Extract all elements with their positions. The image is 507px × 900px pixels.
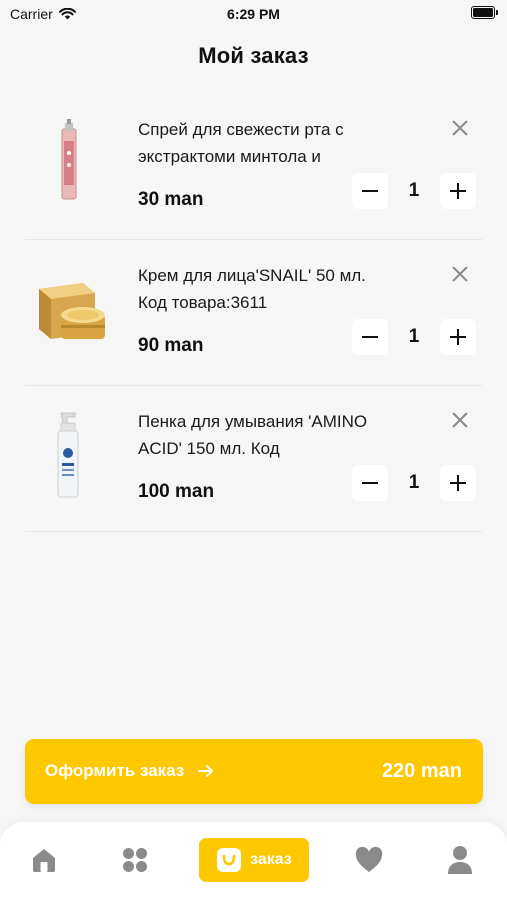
increase-quantity-button[interactable] (440, 173, 476, 209)
page-title: Мой заказ (198, 43, 309, 68)
item-price: 100 man (138, 481, 215, 502)
quantity-value: 1 (408, 326, 420, 347)
item-name: Пенка для умывания 'AMINO ACID' 150 мл. … (138, 412, 368, 458)
checkout-button[interactable]: Оформить заказ 220 man (25, 739, 483, 804)
increase-quantity-button[interactable] (440, 465, 476, 501)
quantity-value: 1 (408, 180, 420, 201)
tab-cart[interactable]: заказ (199, 838, 309, 882)
tab-catalog[interactable] (113, 838, 157, 882)
home-icon (33, 849, 55, 872)
battery-icon (471, 6, 498, 19)
remove-item-button[interactable] (450, 118, 470, 138)
quantity-stepper: 1 (352, 173, 476, 209)
spray-bottle-image (25, 108, 115, 218)
plus-icon (450, 329, 466, 345)
remove-item-button[interactable] (450, 410, 470, 430)
minus-icon (362, 190, 378, 192)
plus-icon (450, 183, 466, 199)
checkout-label: Оформить заказ (45, 761, 185, 780)
item-price: 90 man (138, 335, 204, 356)
item-price: 30 man (138, 189, 204, 210)
minus-icon (362, 482, 378, 484)
item-name: Спрей для свежести рта с экстрактоми мин… (138, 120, 344, 166)
checkout-total: 220 man (381, 760, 462, 782)
heart-icon (355, 846, 383, 872)
remove-item-button[interactable] (450, 264, 470, 284)
catalog-icon (123, 848, 147, 872)
item-name: Крем для лица'SNAIL' 50 мл. Код товара:3… (138, 266, 366, 312)
tab-home[interactable] (22, 838, 66, 882)
quantity-value: 1 (408, 472, 420, 493)
tab-cart-label: заказ (250, 851, 292, 868)
profile-icon (448, 846, 472, 874)
cart-list: Спрей для свежести рта с экстрактоми мин… (25, 94, 482, 532)
cart-item: Крем для лица'SNAIL' 50 мл. Код товара:3… (25, 240, 482, 386)
decrease-quantity-button[interactable] (352, 465, 388, 501)
increase-quantity-button[interactable] (440, 319, 476, 355)
decrease-quantity-button[interactable] (352, 173, 388, 209)
cream-jar-image (25, 254, 115, 364)
tab-profile[interactable] (438, 838, 482, 882)
minus-icon (362, 336, 378, 338)
tab-favorites[interactable] (347, 838, 391, 882)
plus-icon (450, 475, 466, 491)
decrease-quantity-button[interactable] (352, 319, 388, 355)
arrow-right-icon (198, 765, 214, 777)
foam-bottle-image (25, 400, 115, 510)
checkout-label-group: Оформить заказ (45, 761, 214, 781)
quantity-stepper: 1 (352, 319, 476, 355)
cart-item: Спрей для свежести рта с экстрактоми мин… (25, 94, 482, 240)
quantity-stepper: 1 (352, 465, 476, 501)
tab-bar: заказ (0, 822, 507, 900)
cart-icon (217, 848, 242, 872)
status-time: 6:29 PM (227, 6, 280, 22)
status-bar: Carrier 6:29 PM (0, 0, 507, 28)
cart-item: Пенка для умывания 'AMINO ACID' 150 мл. … (25, 386, 482, 532)
